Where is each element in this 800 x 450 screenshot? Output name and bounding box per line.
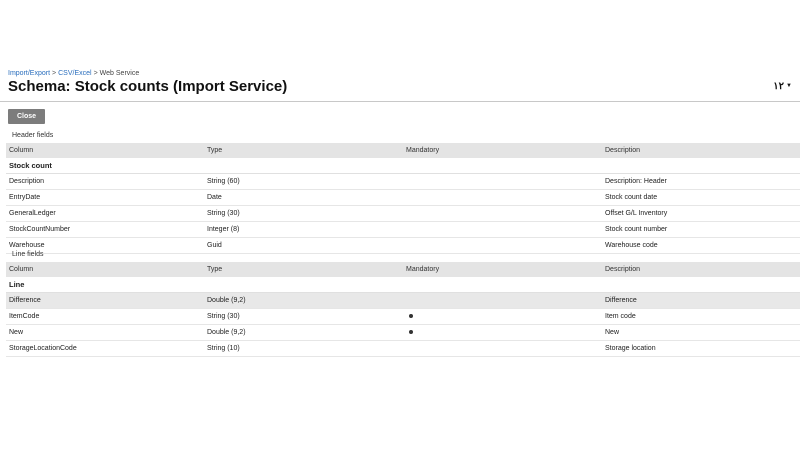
cell-column: GeneralLedger xyxy=(9,210,56,217)
section-label: Line fields xyxy=(12,251,44,258)
group-label: Line xyxy=(9,280,25,289)
cell-column: Difference xyxy=(9,297,41,304)
breadcrumb-separator: > xyxy=(52,70,57,77)
breadcrumb: Import/Export > CSV/Excel > Web Service xyxy=(8,70,139,77)
cell-description: Offset G/L Inventory xyxy=(605,210,668,217)
cell-column: EntryDate xyxy=(9,194,41,201)
cell-column: ItemCode xyxy=(9,313,40,320)
cell-type: Double (9,2) xyxy=(207,297,246,304)
column-header-mandatory: Mandatory xyxy=(406,147,440,154)
cell-type: Integer (8) xyxy=(207,226,240,233)
table-header-row: Column Type Mandatory Description xyxy=(6,262,800,277)
cell-description: Stock count number xyxy=(605,226,668,233)
cell-mandatory xyxy=(403,309,602,324)
mandatory-dot-icon xyxy=(409,314,413,319)
cell-mandatory xyxy=(403,325,602,340)
breadcrumb-current: Web Service xyxy=(99,70,140,77)
page-title: Schema: Stock counts (Import Service) xyxy=(8,78,288,95)
line-fields-section: Line fields Column Type Mandatory Descri… xyxy=(6,248,800,357)
cell-mandatory xyxy=(403,174,602,189)
cell-description: Stock count date xyxy=(605,194,658,201)
cell-type: String (30) xyxy=(207,210,240,217)
cell-type: Date xyxy=(207,194,222,201)
cell-column: StorageLocationCode xyxy=(9,345,77,352)
cell-description: Difference xyxy=(605,297,637,304)
cell-column: New xyxy=(9,329,24,336)
cell-description: Storage location xyxy=(605,345,656,352)
column-header-column: Column xyxy=(9,266,34,273)
table-row: Difference Double (9,2) Difference xyxy=(6,293,800,309)
language-menu-label: ۱۲ xyxy=(773,81,785,92)
table-row: GeneralLedger String (30) Offset G/L Inven… xyxy=(6,206,800,222)
group-row: Line xyxy=(6,277,800,293)
column-header-type: Type xyxy=(207,147,223,154)
cell-mandatory xyxy=(403,206,602,221)
table-row: New Double (9,2) New xyxy=(6,325,800,341)
chevron-down-icon: ▼ xyxy=(786,83,792,90)
table-row: StockCountNumber Integer (8) Stock count n… xyxy=(6,222,800,238)
cell-type: Double (9,2) xyxy=(207,329,246,336)
close-button[interactable]: Close xyxy=(8,109,45,124)
cell-type: String (30) xyxy=(207,313,240,320)
section-label: Header fields xyxy=(12,132,54,139)
cell-mandatory xyxy=(403,190,602,205)
cell-description: Item code xyxy=(605,313,636,320)
cell-description: Description: Header xyxy=(605,178,667,185)
table-row: Description String (60) Description: Heade… xyxy=(6,174,800,190)
table-row: ItemCode String (30) Item code xyxy=(6,309,800,325)
column-header-mandatory: Mandatory xyxy=(406,266,440,273)
cell-mandatory xyxy=(403,293,602,308)
page-header: Import/Export > CSV/Excel > Web Service Sche… xyxy=(0,0,800,102)
cell-column: StockCountNumber xyxy=(9,226,71,233)
breadcrumb-separator: > xyxy=(93,70,98,77)
mandatory-dot-icon xyxy=(409,330,413,335)
column-header-column: Column xyxy=(9,147,34,154)
group-label: Stock count xyxy=(9,161,52,170)
breadcrumb-link-import-export[interactable]: Import/Export xyxy=(8,70,50,77)
cell-column: Description xyxy=(9,178,45,185)
cell-type: String (60) xyxy=(207,178,240,185)
language-menu[interactable]: ۱۲ ▼ xyxy=(773,81,792,92)
table-header-row: Column Type Mandatory Description xyxy=(6,143,800,158)
header-fields-section: Header fields Column Type Mandatory Desc… xyxy=(6,129,800,254)
cell-mandatory xyxy=(403,341,602,356)
cell-type: String (10) xyxy=(207,345,240,352)
cell-description: New xyxy=(605,329,620,336)
column-header-description: Description xyxy=(605,266,641,273)
group-row: Stock count xyxy=(6,158,800,174)
table-row: EntryDate Date Stock count date xyxy=(6,190,800,206)
cell-mandatory xyxy=(403,222,602,237)
breadcrumb-link-csv-excel[interactable]: CSV/Excel xyxy=(58,70,91,77)
table-row: StorageLocationCode String (10) Storage lo… xyxy=(6,341,800,357)
column-header-description: Description xyxy=(605,147,641,154)
column-header-type: Type xyxy=(207,266,223,273)
